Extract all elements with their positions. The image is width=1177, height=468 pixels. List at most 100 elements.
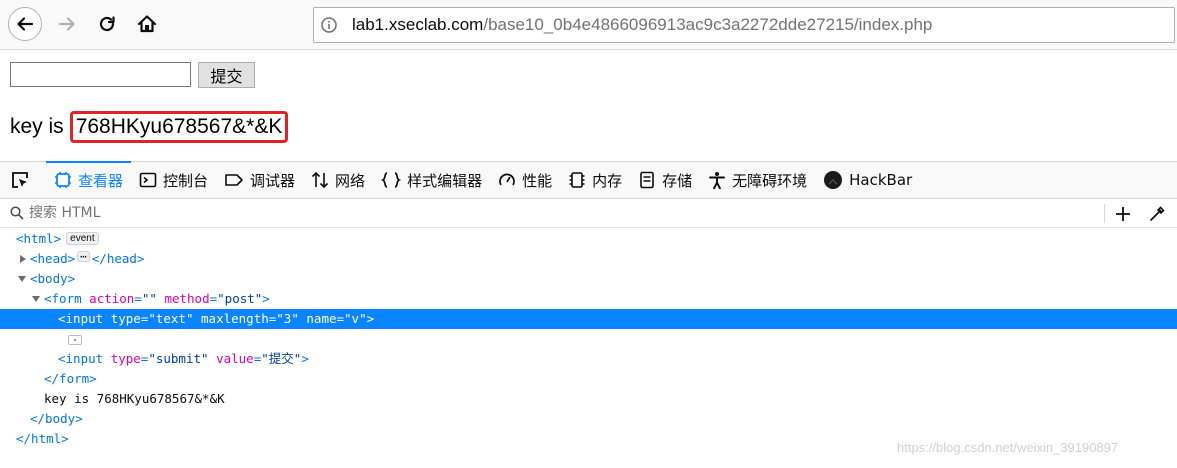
tab-style-editor[interactable]: 样式编辑器 bbox=[373, 162, 490, 198]
accessibility-icon bbox=[709, 172, 726, 189]
tag-text: </body> bbox=[30, 411, 83, 426]
performance-icon bbox=[499, 173, 515, 186]
memory-icon bbox=[569, 172, 585, 188]
back-button[interactable] bbox=[8, 7, 42, 41]
attr-value: "" bbox=[141, 291, 157, 306]
collapsed-ellipsis[interactable]: ⋯ bbox=[77, 251, 90, 262]
attr-value: "text" bbox=[148, 311, 194, 326]
attr-name: type bbox=[110, 311, 141, 326]
collapse-arrow-icon[interactable] bbox=[31, 294, 41, 304]
attr-value: "v" bbox=[344, 311, 367, 326]
toolbar-separator bbox=[1104, 204, 1105, 223]
forward-button[interactable] bbox=[50, 7, 84, 41]
tab-label: 网络 bbox=[335, 171, 366, 190]
url-bar[interactable]: lab1.xseclab.com/base10_0b4e4866096913ac… bbox=[313, 7, 1175, 43]
tab-label: 无障碍环境 bbox=[732, 171, 808, 190]
search-html-input[interactable] bbox=[29, 205, 929, 221]
attr-name: name bbox=[306, 311, 337, 326]
tab-hackbar[interactable]: HackBar bbox=[815, 162, 920, 198]
site-info-icon[interactable] bbox=[314, 8, 344, 42]
tag-text: <html> bbox=[16, 231, 62, 246]
attr-name: value bbox=[216, 351, 254, 366]
tab-console[interactable]: 控制台 bbox=[131, 162, 216, 198]
submit-button[interactable]: 提交 bbox=[198, 62, 255, 88]
url-text: lab1.xseclab.com/base10_0b4e4866096913ac… bbox=[344, 15, 932, 35]
tab-inspector[interactable]: 查看器 bbox=[46, 161, 132, 198]
tree-node-input-submit[interactable]: <input type="submit" value="提交"> bbox=[0, 349, 1177, 369]
tag-text: <input bbox=[58, 311, 104, 326]
tab-memory[interactable]: 内存 bbox=[560, 162, 630, 198]
tab-label: 查看器 bbox=[78, 171, 124, 190]
attr-equals: = bbox=[336, 311, 345, 326]
tab-debugger[interactable]: 调试器 bbox=[216, 162, 303, 198]
home-button[interactable] bbox=[130, 7, 164, 41]
url-host: lab1.xseclab.com bbox=[352, 15, 484, 34]
tree-node-text[interactable]: key is 768HKyu678567&*&K bbox=[0, 389, 1177, 409]
tag-end: > bbox=[366, 311, 375, 326]
back-arrow-icon bbox=[17, 17, 34, 31]
markup-tree: <html> event <head> ⋯ </head> <body> <form … bbox=[0, 229, 1177, 449]
tree-node-body[interactable]: <body> bbox=[0, 269, 1177, 289]
element-picker-button[interactable] bbox=[0, 162, 46, 198]
eyedropper-icon bbox=[1150, 206, 1165, 221]
key-line: key is 768HKyu678567&*&K bbox=[10, 111, 289, 143]
tree-node-body-close[interactable]: </body> bbox=[0, 409, 1177, 429]
tag-text: </form> bbox=[44, 371, 97, 386]
reload-icon bbox=[99, 16, 115, 32]
tree-node-head[interactable]: <head> ⋯ </head> bbox=[0, 249, 1177, 269]
attr-name: action bbox=[89, 291, 135, 306]
tag-text: <body> bbox=[30, 271, 76, 286]
hackbar-icon bbox=[824, 171, 843, 189]
tag-text: <form bbox=[44, 291, 82, 306]
tree-node-form-close[interactable]: </form> bbox=[0, 369, 1177, 389]
tab-label: 调试器 bbox=[250, 171, 296, 190]
style-editor-icon bbox=[381, 172, 402, 188]
add-node-button[interactable] bbox=[1112, 203, 1134, 225]
expand-arrow-icon[interactable] bbox=[18, 254, 28, 264]
tab-storage[interactable]: 存储 bbox=[630, 162, 700, 198]
key-prefix: key is bbox=[10, 115, 64, 138]
attr-equals: = bbox=[209, 291, 218, 306]
browser-toolbar: lab1.xseclab.com/base10_0b4e4866096913ac… bbox=[0, 0, 1177, 50]
tab-accessibility[interactable]: 无障碍环境 bbox=[700, 162, 815, 198]
attr-name: type bbox=[110, 351, 141, 366]
tab-label: 样式编辑器 bbox=[407, 171, 483, 190]
tag-end: > bbox=[301, 351, 309, 366]
markup-search-row bbox=[0, 199, 1177, 228]
tree-node-html[interactable]: <html> event bbox=[0, 229, 1177, 249]
watermark: https://blog.csdn.net/weixin_39190897 bbox=[897, 440, 1119, 455]
tree-node-form[interactable]: <form action="" method="post"> bbox=[0, 289, 1177, 309]
tab-label: 控制台 bbox=[163, 171, 209, 190]
eyedropper-button[interactable] bbox=[1146, 203, 1168, 225]
attr-equals: = bbox=[134, 291, 142, 306]
network-icon bbox=[311, 171, 329, 189]
reload-button[interactable] bbox=[90, 7, 124, 41]
collapse-arrow-icon[interactable] bbox=[17, 274, 27, 284]
tag-text: </html> bbox=[16, 431, 69, 446]
tab-performance[interactable]: 性能 bbox=[490, 162, 560, 198]
event-badge[interactable]: event bbox=[66, 232, 99, 245]
home-icon bbox=[137, 15, 157, 33]
tag-text: <input bbox=[58, 351, 104, 366]
attr-value: "提交" bbox=[261, 351, 302, 366]
storage-icon bbox=[640, 171, 654, 189]
tab-label: 性能 bbox=[522, 171, 553, 190]
forward-arrow-icon bbox=[58, 17, 75, 31]
url-path: /base10_0b4e4866096913ac9c3a2272dde27215… bbox=[483, 15, 933, 34]
search-icon bbox=[10, 206, 24, 220]
tree-node-empty[interactable] bbox=[0, 329, 1177, 349]
attr-name: method bbox=[164, 291, 210, 306]
page-content: 提交 key is 768HKyu678567&*&K bbox=[0, 51, 1177, 161]
tab-network[interactable]: 网络 bbox=[303, 162, 373, 198]
text-node: key is 768HKyu678567&*&K bbox=[44, 391, 225, 406]
tag-text: <head> bbox=[30, 251, 76, 266]
value-input[interactable] bbox=[10, 62, 191, 87]
devtools-tabbar: 查看器 控制台 调试器 网络 样式编辑器 性能 内存 存储 无障碍环境 Hack… bbox=[0, 161, 1177, 199]
debugger-icon bbox=[225, 174, 243, 186]
element-picker-icon bbox=[12, 172, 28, 188]
tree-node-input-text[interactable]: <input type="text" maxlength="3" name="v… bbox=[0, 309, 1177, 329]
empty-text-node-icon bbox=[68, 334, 82, 345]
attr-name: maxlength bbox=[201, 311, 269, 326]
attr-value: "submit" bbox=[148, 351, 209, 366]
tab-label: 存储 bbox=[662, 171, 693, 190]
